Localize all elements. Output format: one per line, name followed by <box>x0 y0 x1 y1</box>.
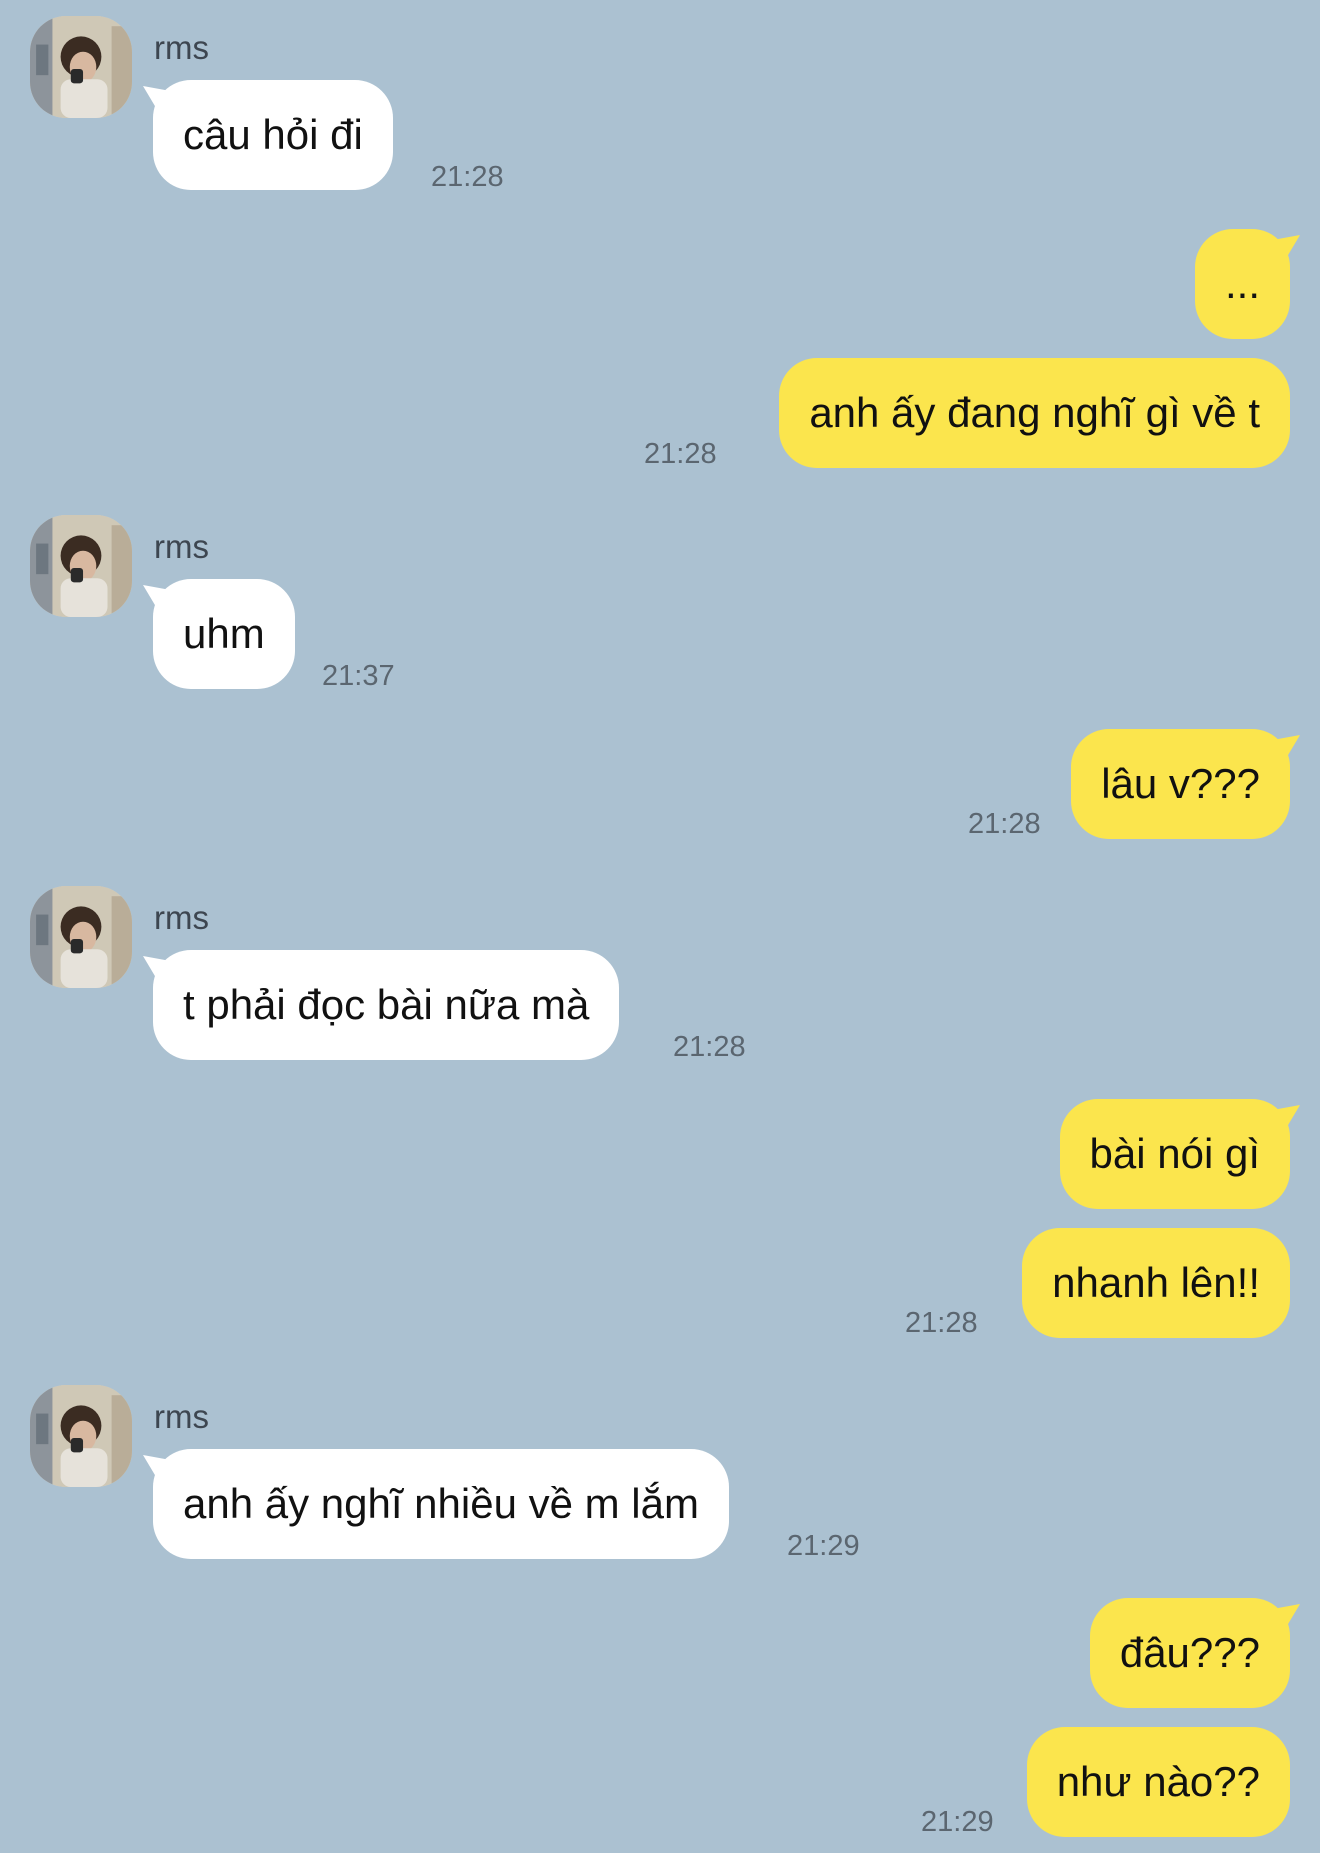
message-bubble-outgoing[interactable]: anh ấy đang nghĩ gì về t <box>779 358 1290 468</box>
profile-photo-icon <box>30 16 132 118</box>
sender-name: rms <box>154 29 209 66</box>
message-time: 21:28 <box>431 161 504 193</box>
contact-avatar[interactable] <box>30 1385 132 1487</box>
message-time: 21:28 <box>673 1031 746 1063</box>
message-bubble-outgoing[interactable]: nhanh lên!! <box>1022 1228 1290 1338</box>
profile-photo-icon <box>30 515 132 617</box>
sender-name: rms <box>154 1398 209 1435</box>
contact-avatar[interactable] <box>30 886 132 988</box>
profile-photo-icon <box>30 886 132 988</box>
message-time: 21:28 <box>968 808 1041 840</box>
contact-avatar[interactable] <box>30 16 132 118</box>
message-bubble-incoming[interactable]: anh ấy nghĩ nhiều về m lắm <box>153 1449 729 1559</box>
message-bubble-outgoing[interactable]: như nào?? <box>1026 1727 1290 1837</box>
sender-name: rms <box>154 899 209 936</box>
message-time: 21:37 <box>322 660 395 692</box>
message-time: 21:28 <box>905 1307 978 1339</box>
message-bubble-incoming[interactable]: uhm <box>153 579 295 689</box>
message-bubble-incoming[interactable]: câu hỏi đi <box>153 80 393 190</box>
message-time: 21:29 <box>921 1806 994 1838</box>
contact-avatar[interactable] <box>30 515 132 617</box>
message-bubble-outgoing[interactable]: đâu??? <box>1089 1598 1290 1708</box>
chat-thread: rms câu hỏi đi 21:28 ... anh ấy đang ngh… <box>0 0 1320 1853</box>
message-bubble-incoming[interactable]: t phải đọc bài nữa mà <box>153 950 620 1060</box>
message-bubble-outgoing[interactable]: lâu v??? <box>1071 729 1290 839</box>
profile-photo-icon <box>30 1385 132 1487</box>
message-time: 21:28 <box>644 438 717 470</box>
message-bubble-outgoing[interactable]: bài nói gì <box>1059 1099 1290 1209</box>
message-bubble-outgoing[interactable]: ... <box>1194 229 1290 339</box>
sender-name: rms <box>154 528 209 565</box>
message-time: 21:29 <box>787 1530 860 1562</box>
